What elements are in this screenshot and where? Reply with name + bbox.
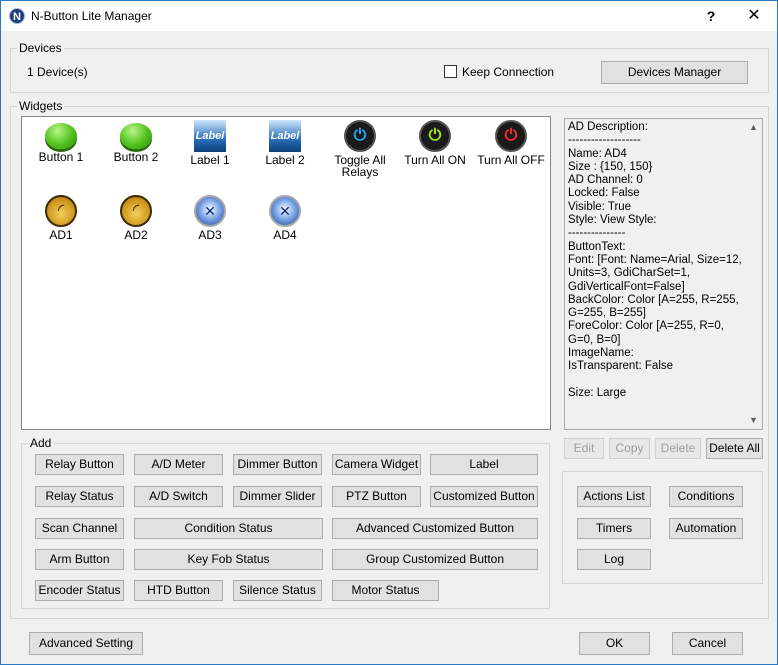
actions-list-button[interactable]: Actions List	[577, 486, 651, 507]
main-window: N N-Button Lite Manager ? ✕ Devices 1 De…	[0, 0, 778, 665]
power-red-icon: ⏻	[495, 120, 527, 152]
green-button-icon	[45, 123, 77, 149]
devices-group-label: Devices	[17, 41, 64, 55]
widget-ad4[interactable]: ✕ AD4	[247, 195, 323, 241]
widget-ad1[interactable]: ◜ AD1	[23, 195, 99, 241]
ok-button[interactable]: OK	[579, 632, 650, 655]
scroll-up-icon[interactable]: ▲	[745, 119, 762, 136]
add-arm-button[interactable]: Arm Button	[35, 549, 124, 570]
delete-all-button[interactable]: Delete All	[706, 438, 763, 459]
conditions-button[interactable]: Conditions	[669, 486, 743, 507]
scroll-down-icon[interactable]: ▼	[745, 412, 762, 429]
add-motor-status-button[interactable]: Motor Status	[332, 580, 439, 601]
label-image-icon: Label	[194, 120, 226, 152]
add-ad-meter-button[interactable]: A/D Meter	[134, 454, 223, 475]
add-relay-button[interactable]: Relay Button	[35, 454, 124, 475]
power-green-icon: ⏻	[419, 120, 451, 152]
add-htd-button[interactable]: HTD Button	[134, 580, 223, 601]
widget-label: Turn All ON	[404, 153, 466, 167]
cancel-button[interactable]: Cancel	[672, 632, 743, 655]
add-condition-status-button[interactable]: Condition Status	[134, 518, 323, 539]
devices-manager-button[interactable]: Devices Manager	[601, 61, 748, 84]
add-ptz-button[interactable]: PTZ Button	[332, 486, 421, 507]
log-button[interactable]: Log	[577, 549, 651, 570]
copy-button[interactable]: Copy	[609, 438, 650, 459]
advanced-setting-button[interactable]: Advanced Setting	[29, 632, 143, 655]
add-label-button[interactable]: Label	[430, 454, 538, 475]
widget-label: AD1	[49, 228, 73, 242]
window-title: N-Button Lite Manager	[31, 9, 152, 23]
green-button-icon	[120, 123, 152, 149]
gauge-gold-icon: ◜	[120, 195, 152, 227]
add-customized-button[interactable]: Customized Button	[430, 486, 538, 507]
keep-connection-checkbox[interactable]	[444, 65, 457, 78]
widget-label: AD2	[124, 228, 148, 242]
add-scan-channel-button[interactable]: Scan Channel	[35, 518, 124, 539]
automation-button[interactable]: Automation	[669, 518, 743, 539]
widget-label: AD3	[198, 228, 222, 242]
widget-label-1[interactable]: Label Label 1	[172, 120, 248, 166]
clock-blue-icon: ✕	[194, 195, 226, 227]
widget-label: Toggle All Relays	[334, 153, 386, 179]
widget-label: Button 1	[38, 150, 84, 164]
widget-label: Button 2	[113, 150, 159, 164]
widget-label: AD4	[273, 228, 297, 242]
widget-ad3[interactable]: ✕ AD3	[172, 195, 248, 241]
widget-ad2[interactable]: ◜ AD2	[98, 195, 174, 241]
add-encoder-status-button[interactable]: Encoder Status	[35, 580, 124, 601]
app-logo-icon: N	[9, 8, 25, 24]
power-blue-icon: ⏻	[344, 120, 376, 152]
add-group-customized-button[interactable]: Group Customized Button	[332, 549, 538, 570]
add-dimmer-slider-button[interactable]: Dimmer Slider	[233, 486, 322, 507]
widget-toggle-all-relays[interactable]: ⏻ Toggle All Relays	[322, 120, 398, 178]
device-count: 1 Device(s)	[27, 65, 88, 79]
help-button[interactable]: ?	[691, 1, 731, 31]
delete-button[interactable]: Delete	[655, 438, 701, 459]
widget-turn-all-off[interactable]: ⏻ Turn All OFF	[473, 120, 549, 166]
description-text: AD Description: ------------------- Name…	[568, 121, 742, 399]
add-ad-switch-button[interactable]: A/D Switch	[134, 486, 223, 507]
widget-label: Label 1	[190, 153, 230, 167]
title-bar: N N-Button Lite Manager ? ✕	[1, 1, 777, 31]
label-image-icon: Label	[269, 120, 301, 152]
description-textbox[interactable]: AD Description: ------------------- Name…	[564, 118, 763, 430]
timers-button[interactable]: Timers	[577, 518, 651, 539]
widget-label: Label 2	[265, 153, 305, 167]
close-button[interactable]: ✕	[734, 1, 774, 31]
widget-button-2[interactable]: Button 2	[98, 120, 174, 163]
widgets-group-label: Widgets	[17, 99, 65, 113]
add-advanced-customized-button[interactable]: Advanced Customized Button	[332, 518, 538, 539]
add-relay-status-button[interactable]: Relay Status	[35, 486, 124, 507]
clock-blue-icon: ✕	[269, 195, 301, 227]
gauge-gold-icon: ◜	[45, 195, 77, 227]
add-group-label: Add	[28, 436, 54, 450]
edit-button[interactable]: Edit	[564, 438, 604, 459]
add-dimmer-button[interactable]: Dimmer Button	[233, 454, 322, 475]
widget-turn-all-on[interactable]: ⏻ Turn All ON	[397, 120, 473, 166]
widget-label-2[interactable]: Label Label 2	[247, 120, 323, 166]
widget-canvas[interactable]: Button 1 Button 2 Label Label 1 Label La…	[21, 116, 551, 430]
description-scrollbar[interactable]: ▲ ▼	[745, 119, 762, 429]
add-silence-status-button[interactable]: Silence Status	[233, 580, 322, 601]
widget-button-1[interactable]: Button 1	[23, 120, 99, 163]
widget-label: Turn All OFF	[477, 153, 545, 167]
add-key-fob-status-button[interactable]: Key Fob Status	[134, 549, 323, 570]
keep-connection-label[interactable]: Keep Connection	[462, 65, 554, 79]
add-camera-widget-button[interactable]: Camera Widget	[332, 454, 421, 475]
